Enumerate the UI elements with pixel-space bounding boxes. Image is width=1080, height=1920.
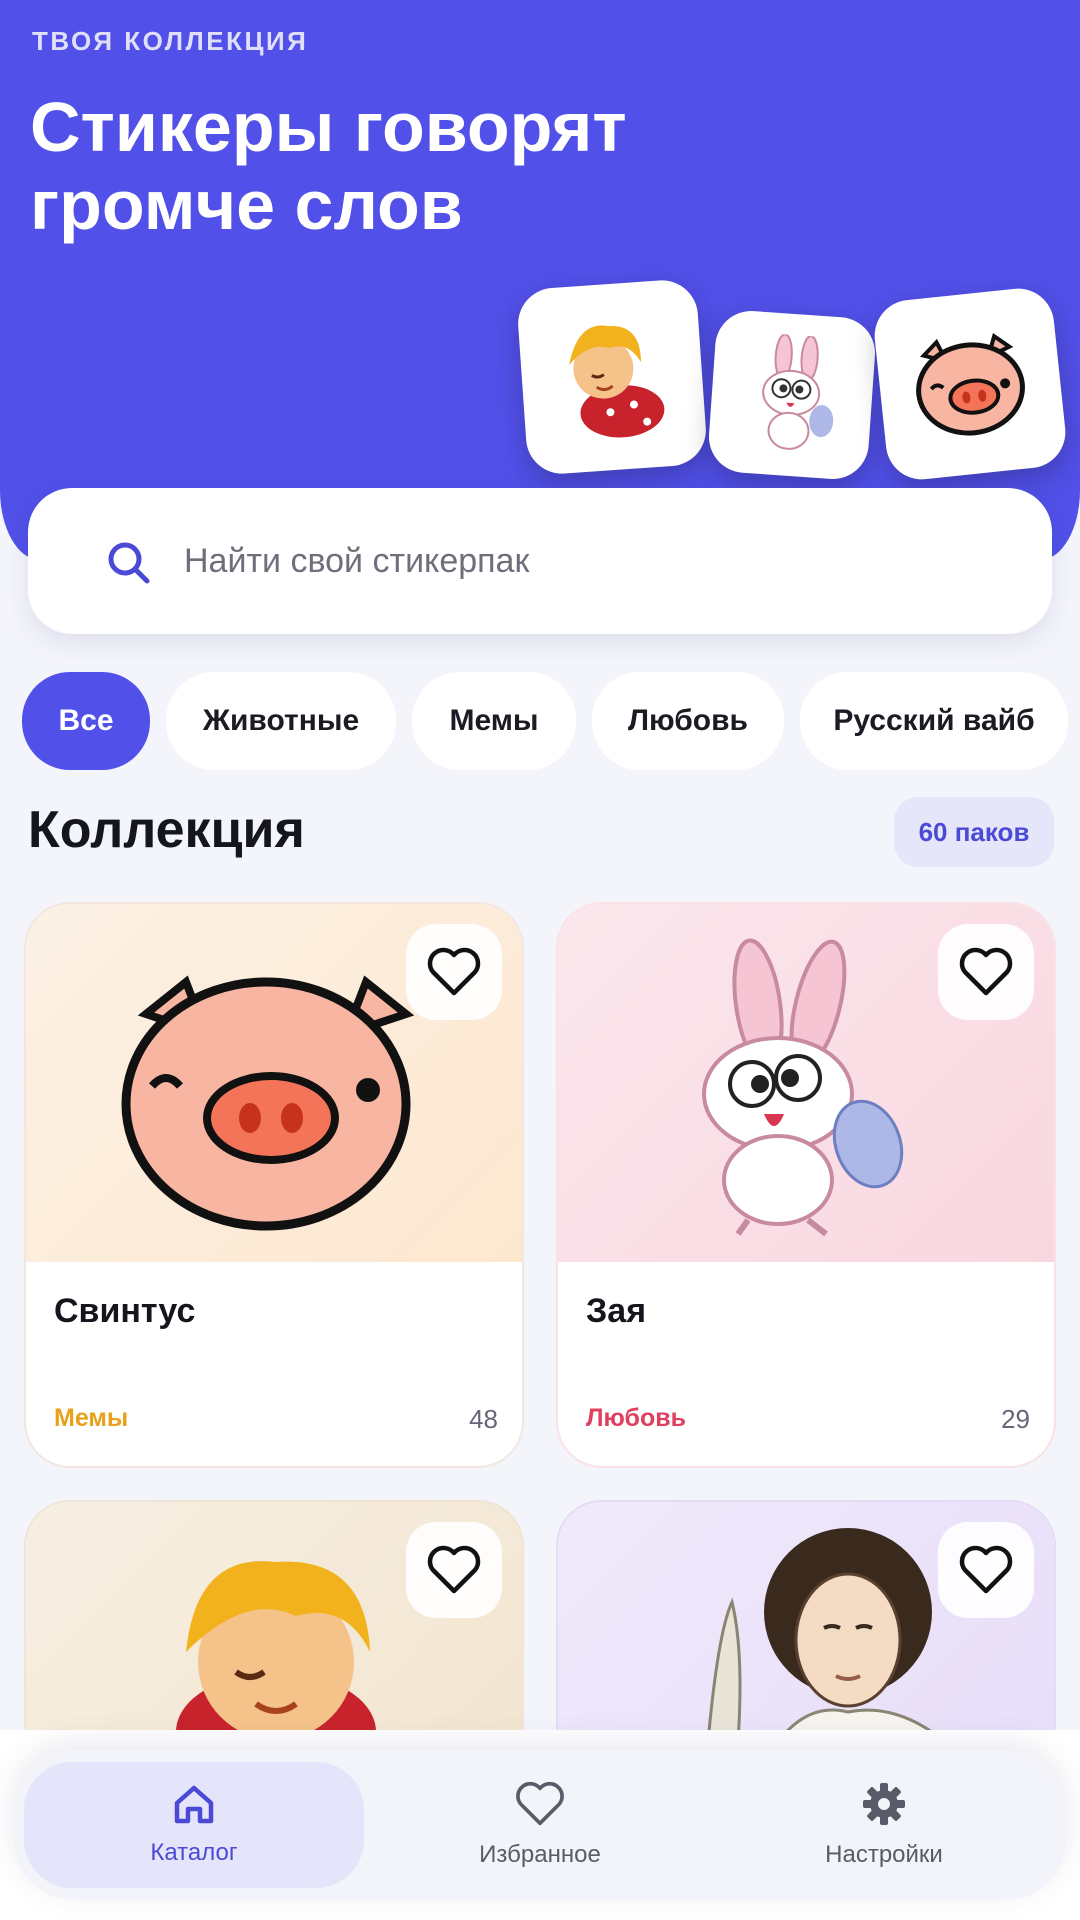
chip-animals[interactable]: Животные xyxy=(166,672,396,770)
sticker-catalog-screen: ТВОЯ КОЛЛЕКЦИЯ Стикеры говорят громче сл… xyxy=(0,0,1080,1920)
hero-header: ТВОЯ КОЛЛЕКЦИЯ Стикеры говорят громче сл… xyxy=(0,0,1080,560)
pig-sticker-icon xyxy=(916,332,1025,436)
favorite-button[interactable] xyxy=(938,1522,1034,1618)
section-title: Коллекция xyxy=(28,801,305,859)
boy-sticker-icon xyxy=(569,325,665,438)
search-icon xyxy=(108,542,150,584)
heart-icon xyxy=(427,947,481,996)
favorite-button[interactable] xyxy=(406,924,502,1020)
chip-all[interactable]: Все xyxy=(22,672,150,770)
pack-category: Мемы xyxy=(54,1404,129,1432)
favorite-button[interactable] xyxy=(406,1522,502,1618)
nav-catalog[interactable]: Каталог xyxy=(24,1762,364,1888)
pig-sticker-icon xyxy=(121,975,415,1231)
heart-icon xyxy=(959,1545,1013,1594)
gear-icon xyxy=(863,1783,905,1825)
bunny-sticker-icon xyxy=(702,938,904,1237)
bunny-sticker-icon xyxy=(762,333,834,450)
home-icon xyxy=(174,1785,214,1824)
bottom-navigation: Каталог Избранное Настройки xyxy=(14,1750,1066,1900)
heart-icon xyxy=(516,1781,564,1826)
pack-name: Зая xyxy=(586,1292,647,1330)
hero-title: Стикеры говорят громче слов xyxy=(30,88,627,244)
favorite-button[interactable] xyxy=(938,924,1034,1020)
pack-category: Любовь xyxy=(586,1404,687,1432)
heart-icon xyxy=(427,1545,481,1594)
pack-count-badge: 60 паков xyxy=(894,797,1054,867)
chip-love[interactable]: Любовь xyxy=(592,672,784,770)
search-bar[interactable] xyxy=(28,488,1052,634)
nav-settings[interactable]: Настройки xyxy=(714,1762,1054,1888)
nav-catalog-label: Каталог xyxy=(150,1839,238,1866)
hero-sticker-bunny xyxy=(706,308,878,482)
nav-favorites-label: Избранное xyxy=(479,1841,601,1868)
heart-icon xyxy=(959,947,1013,996)
chip-memes[interactable]: Мемы xyxy=(412,672,576,770)
hero-sticker-pig xyxy=(871,285,1069,483)
nav-favorites[interactable]: Избранное xyxy=(370,1762,710,1888)
hero-sticker-boy xyxy=(515,277,709,477)
pack-name: Свинтус xyxy=(54,1292,196,1330)
chip-russian-vibe[interactable]: Русский вайб xyxy=(800,672,1068,770)
pack-card-svintus[interactable]: Свинтус Мемы 48 xyxy=(24,902,524,1468)
pack-sticker-count: 29 xyxy=(1001,1404,1030,1434)
search-input[interactable] xyxy=(184,526,1004,596)
pack-sticker-count: 48 xyxy=(469,1404,498,1434)
nav-settings-label: Настройки xyxy=(825,1841,943,1868)
pack-card-zaya[interactable]: Зая Любовь 29 xyxy=(556,902,1056,1468)
hero-eyebrow: ТВОЯ КОЛЛЕКЦИЯ xyxy=(32,26,309,56)
